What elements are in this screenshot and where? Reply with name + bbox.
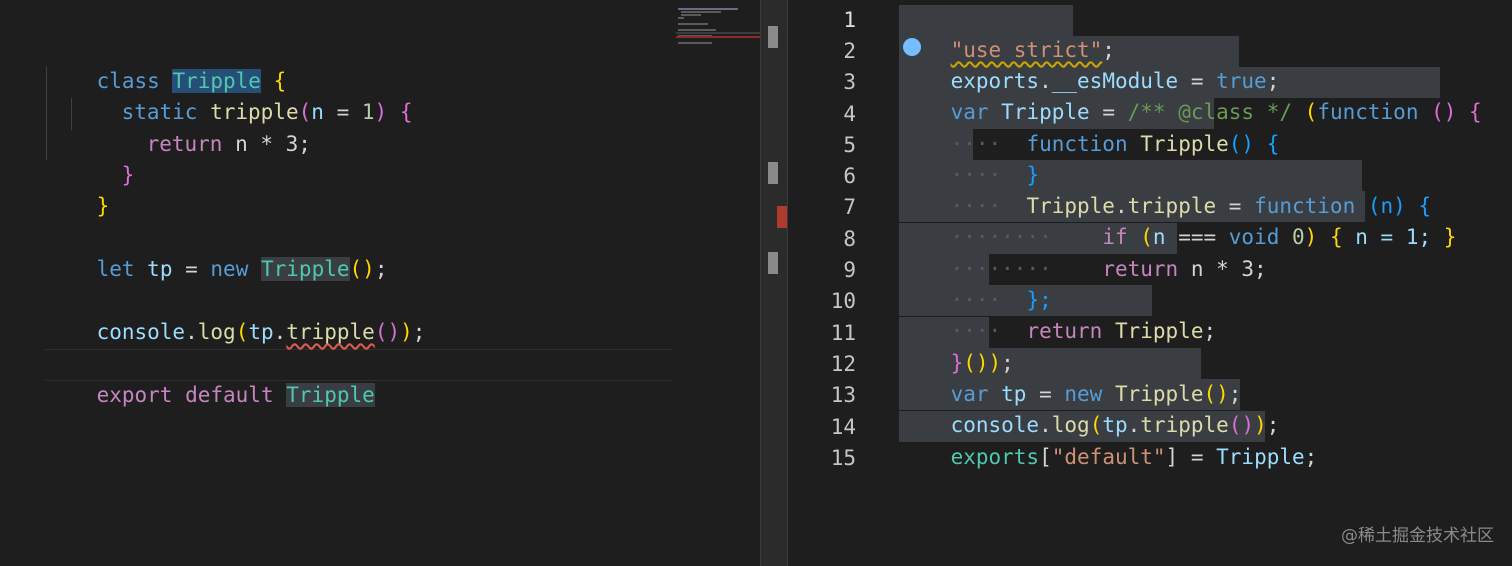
variable: tp [147, 257, 173, 281]
code-line-11[interactable]: }()); [900, 318, 1014, 375]
code-line-13[interactable]: console.log(tp.tripple()); [900, 380, 1280, 437]
lightbulb-icon[interactable] [903, 38, 921, 56]
paren: () [1418, 100, 1457, 124]
line-number: 5 [843, 133, 856, 157]
code-line-1[interactable]: class Tripple { [46, 36, 286, 93]
paren: () [1228, 132, 1255, 156]
watermark: @稀土掘金技术社区 [1341, 526, 1494, 546]
code-line-7[interactable]: let tp = new Tripple(); [46, 224, 387, 281]
string-literal: "default" [1051, 445, 1166, 469]
code-line-9[interactable]: console.log(tp.tripple()); [46, 287, 426, 344]
line-number: 6 [843, 164, 856, 188]
line-number: 15 [830, 446, 856, 470]
semicolon: ; [1304, 445, 1318, 469]
line-number: 9 [843, 258, 856, 282]
paren: ( [235, 320, 249, 344]
code-line-11[interactable]: export default Tripple [46, 350, 375, 407]
expression: n * 3; [1178, 257, 1267, 281]
brace: { [1254, 132, 1280, 156]
operator: = [1178, 445, 1217, 469]
param: n [311, 100, 324, 124]
object: console [96, 320, 186, 344]
dot: . [185, 320, 198, 344]
line-number: 10 [830, 289, 856, 313]
paren: ) [1304, 225, 1318, 249]
code-line-5[interactable]: } [46, 161, 110, 218]
brace: } [1443, 225, 1457, 249]
code-line-10[interactable]: ···· return Tripple; [900, 286, 1217, 343]
paren: ) [400, 320, 413, 344]
line-number: 11 [830, 321, 856, 345]
scrollbar-thumb[interactable] [768, 162, 778, 184]
keyword: return [146, 132, 223, 156]
code-line-4[interactable]: ···· function Tripple() { [900, 99, 1280, 156]
keyword: function [1026, 132, 1128, 156]
keyword: function [1317, 100, 1419, 124]
object: exports [950, 445, 1040, 469]
code-line-8[interactable]: ········ return n * 3; [900, 224, 1267, 281]
vertical-scrollbar[interactable] [760, 0, 788, 566]
line-number: 4 [843, 102, 856, 126]
line-number: 7 [843, 195, 856, 219]
overview-mark [768, 26, 778, 48]
line-number: 1 [843, 8, 856, 32]
identifier: Tripple [1216, 445, 1305, 469]
keyword: let [96, 257, 135, 281]
statement: n = 1; [1342, 225, 1444, 249]
identifier: Tripple [1102, 319, 1204, 343]
code-line-5[interactable]: ···· } [900, 130, 1040, 187]
class-name: Tripple [286, 383, 375, 407]
code-line-7[interactable]: ········ if (n === void 0) { n = 1; } [900, 192, 1457, 249]
code-line-2[interactable]: static tripple(n = 1) { [71, 67, 413, 124]
function-name: Tripple [1140, 132, 1229, 156]
operator: = [323, 100, 362, 124]
keyword: return [1102, 257, 1179, 281]
minimap[interactable] [676, 6, 760, 66]
code-line-6[interactable]: ···· Tripple.tripple = function (n) { [900, 161, 1432, 218]
code-line-4[interactable]: } [71, 130, 135, 187]
brace: { [1317, 225, 1343, 249]
paren: () [349, 257, 375, 281]
overview-mark [768, 252, 778, 274]
semicolon: ; [412, 320, 426, 344]
code-line-12[interactable]: var tp = new Tripple(); [900, 349, 1242, 406]
source-editor-pane[interactable]: class Tripple { static tripple(n = 1) { … [0, 0, 760, 566]
method-call-error: tripple [286, 320, 375, 344]
line-number: 14 [830, 415, 856, 439]
class-name: Tripple [261, 257, 350, 281]
brace: } [121, 163, 135, 187]
semicolon: ; [374, 257, 388, 281]
operator: = [172, 257, 211, 281]
keyword: new [210, 257, 249, 281]
dot: . [273, 320, 287, 344]
brace: { [1456, 100, 1482, 124]
expression: n * 3; [235, 132, 311, 156]
method-name: log [197, 320, 236, 344]
variable: tp [248, 320, 274, 344]
brace: } [96, 194, 110, 218]
paren: ( [1304, 100, 1318, 124]
code-line-9[interactable]: ···· }; [900, 255, 1052, 312]
code-line-2[interactable]: exports.__esModule = true; [900, 36, 1280, 93]
paren: () [374, 320, 401, 344]
code-line-3[interactable]: return n * 3; [96, 99, 311, 156]
line-number: 13 [830, 383, 856, 407]
keyword: default [185, 383, 274, 407]
number: 1 [361, 100, 375, 124]
line-number: 12 [830, 352, 856, 376]
number: 0 [1279, 225, 1305, 249]
line-number: 3 [843, 70, 856, 94]
code-line-14[interactable]: exports["default"] = Tripple; [900, 412, 1318, 469]
brace: { [399, 100, 413, 124]
keyword: return [1026, 319, 1103, 343]
line-number: 2 [843, 39, 856, 63]
keyword: export [96, 383, 173, 407]
bracket: [ [1039, 445, 1052, 469]
paren: ) [374, 100, 388, 124]
code-line-1[interactable]: "use strict"; [900, 5, 1115, 62]
code-line-3[interactable]: var Tripple = /** @class */ (function ()… [900, 67, 1482, 124]
bracket: ] [1165, 445, 1179, 469]
line-number: 8 [843, 227, 856, 251]
semicolon: ; [1203, 319, 1217, 343]
